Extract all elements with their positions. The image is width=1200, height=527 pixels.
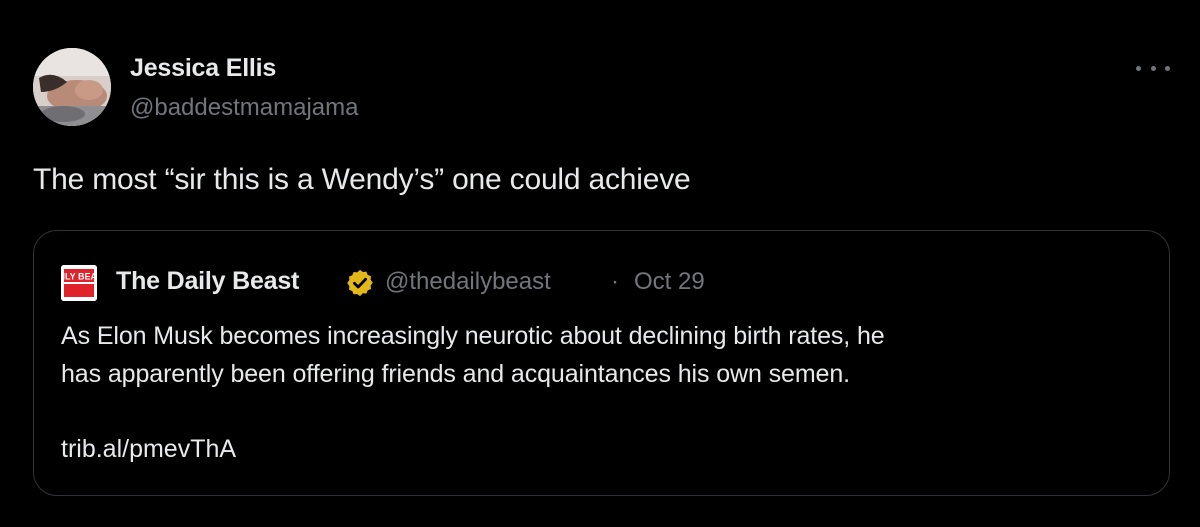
- tweet: Jessica Ellis @baddestmamajama The most …: [0, 0, 1200, 527]
- quote-body-line: As Elon Musk becomes increasingly neurot…: [61, 322, 885, 350]
- separator-dot: ·: [611, 268, 619, 295]
- quote-author-handle[interactable]: @thedailybeast: [385, 268, 551, 296]
- author-display-name[interactable]: Jessica Ellis: [130, 54, 276, 83]
- more-icon[interactable]: [1136, 58, 1170, 78]
- more-dot: [1165, 65, 1170, 71]
- quote-date[interactable]: Oct 29: [634, 268, 705, 296]
- quoted-tweet[interactable]: DAILY BEAST The Daily Beast @thedailybea…: [33, 230, 1170, 496]
- daily-beast-logo[interactable]: DAILY BEAST: [61, 265, 97, 301]
- author-handle[interactable]: @baddestmamajama: [130, 94, 358, 122]
- quote-link[interactable]: trib.al/pmevThA: [61, 435, 236, 464]
- quote-body-line: has apparently been offering friends and…: [61, 360, 850, 388]
- tweet-text: The most “sir this is a Wendy’s” one cou…: [33, 163, 691, 196]
- quote-author-display-name[interactable]: The Daily Beast: [116, 267, 299, 296]
- more-dot: [1136, 65, 1141, 71]
- quote-body: As Elon Musk becomes increasingly neurot…: [61, 317, 1141, 393]
- more-dot: [1150, 65, 1156, 71]
- logo-text-top: DAILY BEAST: [61, 272, 97, 282]
- avatar[interactable]: [33, 48, 111, 126]
- daily-beast-logo-icon: DAILY BEAST: [61, 265, 97, 301]
- profile-photo-icon: [33, 48, 111, 126]
- verified-badge-icon: [345, 268, 375, 298]
